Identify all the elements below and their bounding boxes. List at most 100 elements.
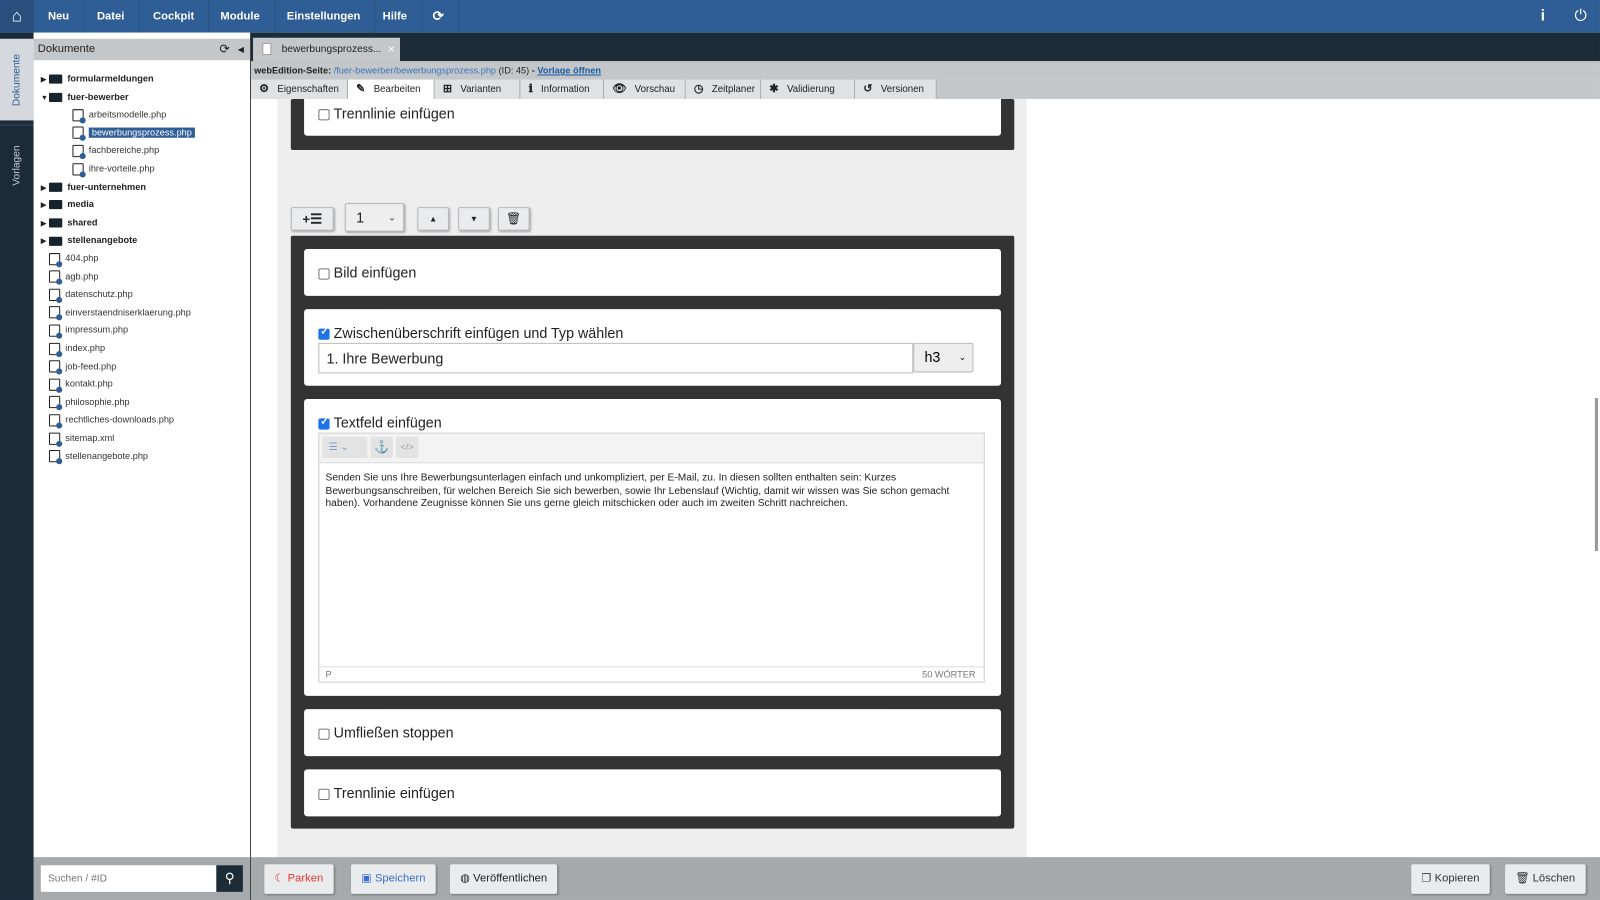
tree-item-label: arbeitsmodelle.php: [88, 109, 167, 120]
tree-item[interactable]: agb.php: [41, 269, 99, 285]
menu-hilfe[interactable]: Hilfe: [368, 0, 423, 33]
textfield-checkbox[interactable]: Textfeld einfügen: [318, 414, 442, 431]
divider-checkbox[interactable]: Trennlinie einfügen: [318, 785, 455, 801]
menu-cockpit[interactable]: Cockpit: [139, 0, 210, 33]
menu-module[interactable]: Module: [206, 0, 275, 33]
move-down-button[interactable]: ▼: [458, 207, 490, 231]
caret-right-icon[interactable]: ▶: [41, 217, 49, 231]
tree-item[interactable]: kontakt.php: [41, 377, 113, 393]
tab-icon: ⚙: [259, 82, 270, 95]
copy-button[interactable]: ❐ Kopieren: [1411, 864, 1490, 894]
heading-type-value: h3: [924, 348, 941, 366]
search-input[interactable]: [40, 865, 217, 892]
tree-item[interactable]: impressum.php: [41, 323, 128, 339]
scrollbar-thumb[interactable]: [1594, 397, 1598, 552]
tree-item[interactable]: stellenangebote.php: [41, 449, 148, 465]
folder-icon: [48, 218, 63, 228]
tree-item[interactable]: arbeitsmodelle.php: [64, 107, 167, 124]
tab-icon: ⊞: [442, 82, 453, 95]
tree-item[interactable]: 404.php: [41, 251, 99, 267]
checkbox[interactable]: [318, 788, 330, 800]
heading-type-select[interactable]: h3 ⌄: [913, 342, 974, 373]
tree-item[interactable]: ihre-vorteile.php: [64, 161, 155, 178]
collapse-sidebar-icon[interactable]: ◀: [238, 39, 244, 60]
tree-item[interactable]: rechtliches-downloads.php: [41, 413, 174, 429]
tree-item[interactable]: job-feed.php: [41, 359, 116, 375]
tree-item[interactable]: ▼ fuer-bewerber: [41, 89, 129, 103]
tab-label: Versionen: [880, 83, 924, 95]
heading-input[interactable]: [318, 342, 914, 374]
anchor-icon[interactable]: ⚓: [370, 436, 393, 459]
caret-right-icon[interactable]: ▶: [41, 181, 49, 195]
checkbox[interactable]: [318, 326, 330, 340]
vtab-dokumente[interactable]: Dokumente: [0, 38, 34, 121]
code-icon[interactable]: </>: [395, 436, 419, 459]
park-button[interactable]: ☾ Parken: [264, 864, 334, 894]
float-stop-checkbox[interactable]: Umfließen stoppen: [318, 724, 454, 741]
tree-item[interactable]: index.php: [41, 341, 105, 357]
tree-item[interactable]: ▶ media: [41, 197, 94, 211]
checkbox[interactable]: [318, 108, 330, 121]
park-icon: ☾: [274, 872, 288, 885]
tab-information[interactable]: ℹ Information: [520, 79, 605, 99]
info-icon[interactable]: i: [1541, 0, 1545, 33]
tree-item[interactable]: sitemap.xml: [41, 431, 114, 447]
tree-item[interactable]: datenschutz.php: [41, 287, 133, 303]
block-position-value: 1: [356, 209, 365, 226]
tab-bearbeiten[interactable]: ✎ Bearbeiten: [347, 79, 435, 99]
power-icon[interactable]: ⏻: [1574, 0, 1586, 33]
publish-button[interactable]: ◍ Veröffentlichen: [449, 864, 558, 894]
document-tab[interactable]: bewerbungsprozess... ×: [253, 37, 400, 62]
tree-item-label: 404.php: [65, 253, 99, 264]
tree-item[interactable]: bewerbungsprozess.php: [64, 125, 195, 142]
block-position-select[interactable]: 1 ⌄: [344, 203, 405, 232]
vtab-vorlagen[interactable]: Vorlagen: [0, 124, 34, 207]
delete-block-button[interactable]: 🗑: [497, 207, 530, 231]
caret-right-icon[interactable]: ▶: [41, 199, 49, 213]
tab-versionen[interactable]: ↺ Versionen: [855, 79, 937, 99]
tab-vorschau[interactable]: 👁 Vorschau: [604, 79, 686, 99]
list-style-dropdown[interactable]: ☰ ⌄: [322, 436, 368, 459]
menu-datei[interactable]: Datei: [83, 0, 140, 33]
tab-validierung[interactable]: ✱ Validierung: [761, 79, 856, 99]
top-divider-checkbox[interactable]: Trennlinie einfügen: [318, 105, 455, 121]
open-template-link[interactable]: Vorlage öffnen: [537, 65, 601, 75]
tree-item[interactable]: fachbereiche.php: [64, 143, 159, 160]
checkbox[interactable]: [318, 268, 330, 280]
tree-item[interactable]: ▶ formularmeldungen: [41, 71, 154, 85]
tree-item[interactable]: einverstaendniserklaerung.php: [41, 305, 191, 321]
file-icon: [48, 252, 63, 267]
home-icon[interactable]: ⌂: [0, 0, 34, 33]
refresh-icon[interactable]: ⟳: [418, 0, 460, 33]
image-card: Bild einfügen: [304, 248, 1002, 296]
tree-item[interactable]: ▶ shared: [41, 215, 97, 231]
file-icon: [72, 162, 86, 178]
tab-zeitplaner[interactable]: ◷ Zeitplaner: [685, 79, 762, 99]
refresh-icon[interactable]: ⟳: [219, 39, 229, 60]
tree-item[interactable]: philosophie.php: [41, 395, 130, 411]
menu-einstellungen[interactable]: Einstellungen: [272, 0, 376, 33]
tree-item[interactable]: ▶ fuer-unternehmen: [41, 179, 146, 193]
heading-checkbox[interactable]: Zwischenüberschrift einfügen und Typ wäh…: [318, 324, 623, 341]
delete-button[interactable]: 🗑 Löschen: [1505, 864, 1586, 894]
image-checkbox[interactable]: Bild einfügen: [318, 264, 416, 281]
close-icon[interactable]: ×: [388, 38, 395, 61]
checkbox[interactable]: [318, 416, 330, 430]
word-count: 50 WÖRTER: [922, 669, 976, 680]
tree-item[interactable]: ▶ stellenangebote: [41, 233, 137, 247]
tab-varianten[interactable]: ⊞ Varianten: [434, 79, 521, 99]
checkbox[interactable]: [318, 728, 330, 740]
caret-right-icon[interactable]: ▶: [41, 73, 49, 87]
editor-body[interactable]: Senden Sie uns Ihre Bewerbungsunterlagen…: [326, 472, 975, 510]
menu-neu[interactable]: Neu: [34, 0, 85, 33]
caret-down-icon[interactable]: ▼: [41, 91, 49, 105]
save-button[interactable]: ▣ Speichern: [351, 864, 436, 894]
caret-right-icon[interactable]: ▶: [41, 235, 49, 249]
tab-eigenschaften[interactable]: ⚙ Eigenschaften: [251, 79, 348, 99]
add-block-button[interactable]: +☰: [290, 207, 334, 231]
file-icon: [72, 108, 86, 124]
tab-label: Vorschau: [634, 83, 676, 95]
move-up-button[interactable]: ▲: [417, 207, 449, 231]
tree-item-label: kontakt.php: [65, 378, 113, 389]
search-button[interactable]: ⚲: [216, 865, 243, 892]
